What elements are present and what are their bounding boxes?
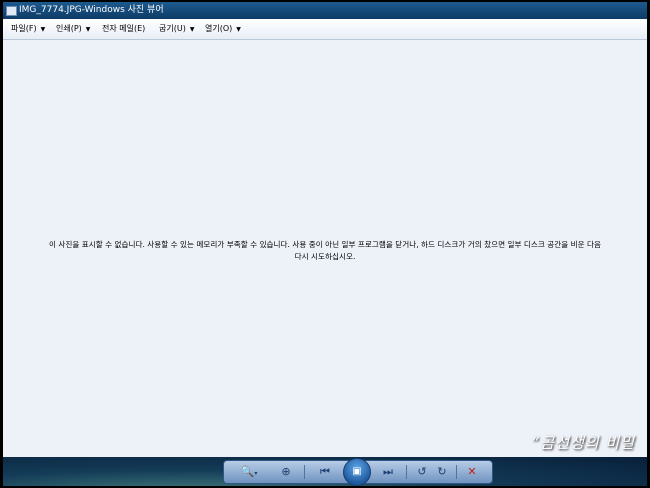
chevron-down-icon: ▼ <box>189 26 195 33</box>
control-separator <box>304 465 305 479</box>
slideshow-icon[interactable]: ▣ <box>343 458 371 486</box>
rotate-counterclockwise-icon[interactable]: ↺ <box>414 464 430 480</box>
bottom-background: 🔍▾ ⊕ ⏮ ▣ ⏭ ↺ ↻ ✕ <box>3 457 647 486</box>
error-message-line-1: 이 사진을 표시할 수 없습니다. 사용할 수 있는 메모리가 부족할 수 있습… <box>48 240 602 249</box>
watermark-text: “곰선생의 비밀 <box>531 434 635 452</box>
menu-file[interactable]: 파일(F) ▼ <box>7 19 49 39</box>
window-title: IMG_7774.JPG-Windows 사진 뷰어 <box>19 5 164 15</box>
next-icon[interactable]: ⏭ <box>377 464 399 480</box>
menu-email[interactable]: 전자 메일(E) <box>98 19 149 39</box>
chevron-down-icon: ▼ <box>236 26 241 33</box>
error-message-line-2: 다시 시도하십시오. <box>294 252 356 261</box>
control-separator <box>456 465 457 479</box>
chevron-down-icon: ▼ <box>40 26 46 33</box>
menu-burn[interactable]: 굽기(U) ▼ <box>155 19 198 39</box>
control-bar: 🔍▾ ⊕ ⏮ ▣ ⏭ ↺ ↻ ✕ <box>223 458 493 486</box>
menu-burn-label: 굽기(U) <box>159 24 186 33</box>
menu-open-label: 열기(O) <box>205 24 233 33</box>
menu-open[interactable]: 열기(O) ▼ <box>201 19 245 39</box>
actual-size-icon[interactable]: ⊕ <box>278 464 294 480</box>
control-separator <box>406 465 407 479</box>
rotate-clockwise-icon[interactable]: ↻ <box>434 464 450 480</box>
menu-print[interactable]: 인쇄(P) ▼ <box>52 19 94 39</box>
menu-email-label: 전자 메일(E) <box>102 24 146 33</box>
magnifier-icon[interactable]: 🔍▾ <box>238 464 260 480</box>
photo-viewer-window: IMG_7774.JPG-Windows 사진 뷰어 파일(F) ▼ 인쇄(P) ▼… <box>3 2 647 486</box>
photo-viewer-app-icon <box>6 6 17 16</box>
menu-file-label: 파일(F) <box>11 24 37 33</box>
image-viewer-area: 이 사진을 표시할 수 없습니다. 사용할 수 있는 메모리가 부족할 수 있습… <box>3 40 647 458</box>
chevron-down-icon: ▼ <box>85 26 91 33</box>
menu-print-label: 인쇄(P) <box>56 24 82 33</box>
previous-icon[interactable]: ⏮ <box>314 464 336 480</box>
title-bar: IMG_7774.JPG-Windows 사진 뷰어 <box>3 2 647 19</box>
delete-icon[interactable]: ✕ <box>464 464 480 480</box>
error-message: 이 사진을 표시할 수 없습니다. 사용할 수 있는 메모리가 부족할 수 있습… <box>3 239 647 263</box>
menu-bar: 파일(F) ▼ 인쇄(P) ▼ 전자 메일(E) 굽기(U) ▼ 열기(O) ▼ <box>3 19 647 40</box>
